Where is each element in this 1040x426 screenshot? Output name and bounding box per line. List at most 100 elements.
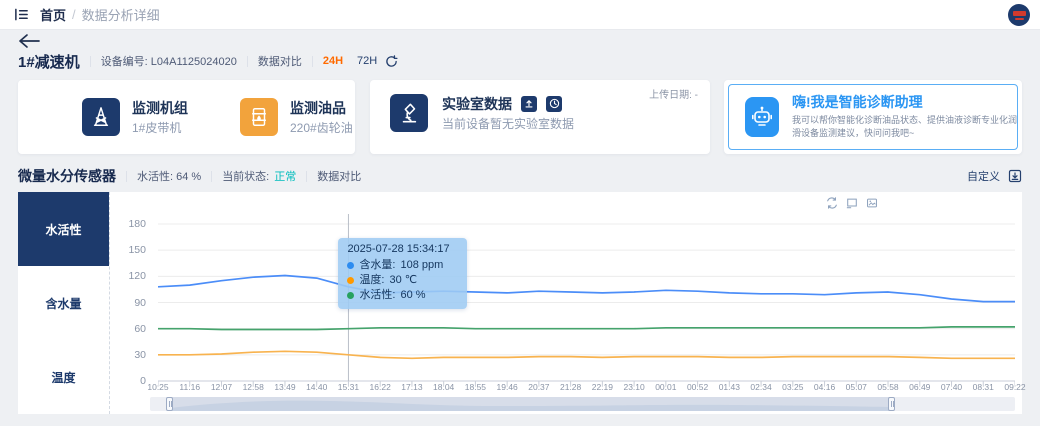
monitor-oil[interactable]: 监测油品 220#齿轮油 <box>240 98 353 136</box>
lab-empty-text: 当前设备暂无实验室数据 <box>442 115 574 132</box>
datazoom-left-handle[interactable] <box>166 397 173 411</box>
x-tick-label: 01:43 <box>719 382 740 392</box>
assistant-description: 我可以帮你智能化诊断油品状态、提供油液诊断专业化润滑设备监测建议，快问问我吧~ <box>792 114 1017 140</box>
monitor-unit-value: 1#皮带机 <box>132 119 188 136</box>
assistant-card[interactable]: 嗨!我是智能诊断助理 我可以帮你智能化诊断油品状态、提供油液诊断专业化润滑设备监… <box>724 80 1022 154</box>
x-tick-label: 07:40 <box>941 382 962 392</box>
breadcrumb-current: 数据分析详细 <box>82 5 160 24</box>
x-tick-label: 17:13 <box>401 382 422 392</box>
x-tick-label: 21:28 <box>560 382 581 392</box>
monitor-unit[interactable]: 监测机组 1#皮带机 <box>82 98 188 136</box>
monitor-oil-value: 220#齿轮油 <box>290 119 353 136</box>
custom-button[interactable]: 自定义 <box>967 168 1000 184</box>
x-tick-label: 23:10 <box>623 382 644 392</box>
x-axis: 10:2511:1612:0712:5813:4914:4015:3116:22… <box>158 382 1015 394</box>
compare-label[interactable]: 数据对比 <box>258 53 302 69</box>
x-tick-label: 12:58 <box>243 382 264 392</box>
chart-panel: 水活性含水量温度 0306090120150180 10:2511:1612:0… <box>18 192 1022 414</box>
monitor-card: 监测机组 1#皮带机 监测油品 220#齿轮油 <box>18 80 355 154</box>
breadcrumb-separator: / <box>72 7 76 22</box>
chart-toolbox <box>826 197 878 209</box>
back-icon[interactable] <box>18 33 40 51</box>
x-tick-label: 14:40 <box>306 382 327 392</box>
refresh-icon[interactable] <box>385 55 398 68</box>
x-tick-label: 20:37 <box>528 382 549 392</box>
y-tick-label: 180 <box>128 218 146 230</box>
save-image-icon[interactable] <box>866 197 878 209</box>
range-24h-button[interactable]: 24H <box>323 55 343 67</box>
x-tick-label: 16:22 <box>370 382 391 392</box>
x-tick-label: 10:25 <box>147 382 168 392</box>
status-label: 当前状态: <box>222 168 269 184</box>
device-header: 1#减速机 设备编号: L04A1125024020 数据对比 24H 72H <box>18 52 398 70</box>
upload-date: 上传日期: - <box>649 86 698 101</box>
tooltip-row: 温度:30 ℃ <box>347 273 458 288</box>
monitor-oil-title: 监测油品 <box>290 99 353 117</box>
water-activity-value: 水活性: 64 % <box>137 168 201 184</box>
y-tick-label: 90 <box>134 297 146 309</box>
upload-icon[interactable] <box>521 96 537 112</box>
sensor-title: 微量水分传感器 <box>18 166 116 186</box>
robot-icon <box>745 97 779 137</box>
line-chart[interactable] <box>158 210 1015 387</box>
chart-tooltip: 2025-07-28 15:34:17 含水量:108 ppm温度:30 ℃水活… <box>338 238 467 309</box>
y-axis: 0306090120150180 <box>110 210 154 381</box>
breadcrumb-home[interactable]: 首页 <box>40 5 66 24</box>
x-tick-label: 06:49 <box>909 382 930 392</box>
brand-logo[interactable] <box>1008 4 1030 26</box>
y-tick-label: 120 <box>128 270 146 282</box>
status-badge: 正常 <box>274 168 296 184</box>
x-tick-label: 03:25 <box>782 382 803 392</box>
x-tick-label: 00:52 <box>687 382 708 392</box>
derrick-icon <box>82 98 120 136</box>
x-tick-label: 11:16 <box>179 382 200 392</box>
x-tick-label: 18:04 <box>433 382 454 392</box>
device-title: 1#减速机 <box>18 51 80 72</box>
y-tick-label: 60 <box>134 323 146 335</box>
sensor-tab-0[interactable]: 水活性 <box>18 192 109 266</box>
x-tick-label: 19:46 <box>497 382 518 392</box>
tooltip-time: 2025-07-28 15:34:17 <box>347 243 458 255</box>
history-clock-icon[interactable] <box>546 96 562 112</box>
datazoom-selection[interactable] <box>170 397 892 411</box>
top-bar: 首页 / 数据分析详细 <box>0 0 1040 30</box>
lab-title: 实验室数据 <box>442 95 512 113</box>
sensor-compare-label[interactable]: 数据对比 <box>317 168 361 184</box>
microscope-icon <box>390 94 428 132</box>
assistant-title: 嗨!我是智能诊断助理 <box>792 94 1017 111</box>
series-line-ppm <box>158 276 1015 302</box>
x-tick-label: 12:07 <box>211 382 232 392</box>
lab-card: 上传日期: - 实验室数据 当前设备暂无实验室数据 <box>370 80 710 154</box>
sensor-tab-2[interactable]: 温度 <box>18 340 109 414</box>
page: 首页 / 数据分析详细 1#减速机 设备编号: L04A1125024020 数… <box>0 0 1040 426</box>
oil-barrel-icon <box>240 98 278 136</box>
y-tick-label: 0 <box>140 375 146 387</box>
restore-icon[interactable] <box>826 197 838 209</box>
x-tick-label: 00:01 <box>655 382 676 392</box>
x-tick-label: 05:58 <box>877 382 898 392</box>
datazoom-right-handle[interactable] <box>888 397 895 411</box>
monitor-unit-title: 监测机组 <box>132 99 188 117</box>
range-72h-button[interactable]: 72H <box>357 55 377 67</box>
device-number: 设备编号: L04A1125024020 <box>101 53 237 69</box>
x-tick-label: 02:34 <box>750 382 771 392</box>
x-tick-label: 04:16 <box>814 382 835 392</box>
tooltip-row: 水活性:60 % <box>347 288 458 303</box>
x-tick-label: 15:31 <box>338 382 359 392</box>
datazoom-silhouette <box>170 397 892 411</box>
y-tick-label: 150 <box>128 244 146 256</box>
x-tick-label: 22:19 <box>592 382 613 392</box>
x-tick-label: 05:07 <box>846 382 867 392</box>
sensor-header: 微量水分传感器 水活性: 64 % 当前状态: 正常 数据对比 自定义 <box>18 163 1022 189</box>
x-tick-label: 09:22 <box>1004 382 1025 392</box>
export-icon[interactable] <box>1008 169 1022 183</box>
datazoom-track[interactable] <box>150 397 1015 411</box>
x-tick-label: 18:55 <box>465 382 486 392</box>
menu-fold-icon[interactable] <box>12 6 30 24</box>
x-tick-label: 13:49 <box>274 382 295 392</box>
data-zoom-icon[interactable] <box>846 197 858 209</box>
x-tick-label: 08:31 <box>973 382 994 392</box>
chart-area: 0306090120150180 10:2511:1612:0712:5813:… <box>110 192 1022 414</box>
sensor-tab-1[interactable]: 含水量 <box>18 266 109 340</box>
tooltip-row: 含水量:108 ppm <box>347 258 458 273</box>
